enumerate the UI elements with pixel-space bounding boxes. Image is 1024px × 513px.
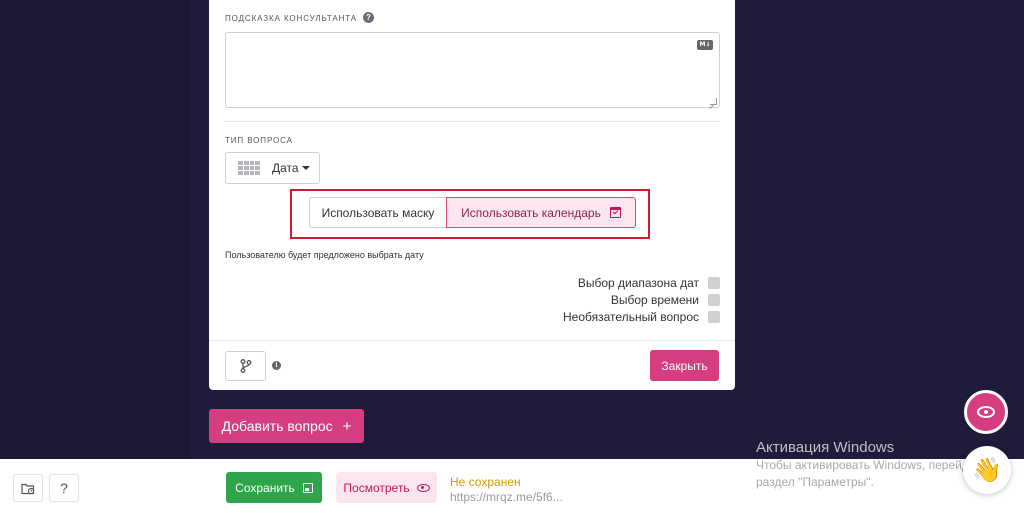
option-date-range[interactable]: Выбор диапазона дат: [578, 276, 720, 290]
consultant-hint-label: ПОДСКАЗКА КОНСУЛЬТАНТА: [225, 14, 358, 23]
quiz-url-link[interactable]: https://mrqz.me/5f6...: [450, 490, 563, 504]
markdown-icon: M↓: [697, 40, 713, 50]
use-calendar-label: Использовать календарь: [461, 205, 601, 220]
waving-hand-icon: 👋: [972, 456, 1002, 484]
calendar-grid-icon: [238, 161, 260, 175]
option-time[interactable]: Выбор времени: [611, 293, 720, 307]
checkbox[interactable]: [708, 311, 720, 323]
question-mark-icon: ?: [60, 480, 68, 496]
folder-clock-icon: [21, 483, 35, 494]
windows-activation-title: Активация Windows: [756, 439, 895, 456]
info-icon[interactable]: i: [272, 361, 281, 370]
close-label: Закрыть: [661, 358, 708, 373]
save-status: Не сохранен: [450, 475, 521, 489]
option-label: Необязательный вопрос: [563, 310, 699, 324]
date-hint-text: Пользователю будет предложено выбрать да…: [225, 250, 424, 260]
windows-activation-line2: раздел "Параметры".: [756, 475, 874, 489]
plus-icon: +: [342, 417, 352, 435]
question-type-label: ТИП ВОПРОСА: [225, 136, 293, 145]
branch-icon: [240, 359, 251, 373]
checkbox[interactable]: [708, 294, 720, 306]
caret-down-icon: [301, 166, 310, 170]
use-mask-label: Использовать маску: [321, 205, 435, 220]
option-label: Выбор диапазона дат: [577, 276, 699, 290]
option-optional[interactable]: Необязательный вопрос: [563, 310, 720, 324]
windows-activation-line1: Чтобы активировать Windows, перейдите: [756, 458, 988, 472]
preview-label: Посмотреть: [343, 480, 410, 495]
floppy-icon: [302, 482, 313, 493]
help-icon[interactable]: ?: [363, 12, 374, 23]
option-label: Выбор времени: [610, 293, 699, 307]
preview-fab[interactable]: [964, 390, 1008, 434]
eye-icon: [977, 406, 995, 418]
history-button[interactable]: [13, 474, 43, 502]
chat-fab[interactable]: 👋: [963, 446, 1011, 494]
checkbox[interactable]: [708, 277, 720, 289]
use-calendar-button[interactable]: Использовать календарь: [446, 197, 636, 228]
use-mask-button[interactable]: Использовать маску: [309, 197, 446, 228]
preview-button[interactable]: Посмотреть: [336, 472, 437, 503]
save-label: Сохранить: [235, 480, 295, 495]
close-button[interactable]: Закрыть: [650, 350, 719, 381]
question-type-select[interactable]: Дата: [225, 152, 320, 184]
save-button[interactable]: Сохранить: [226, 472, 322, 503]
left-panel: [0, 0, 190, 459]
add-question-button[interactable]: Добавить вопрос +: [209, 409, 364, 443]
consultant-hint-textarea[interactable]: M↓: [225, 32, 720, 108]
branching-button[interactable]: [225, 351, 266, 381]
resize-handle-icon[interactable]: [710, 98, 717, 105]
add-question-label: Добавить вопрос: [221, 418, 333, 434]
help-button[interactable]: ?: [49, 474, 79, 502]
eye-icon: [416, 483, 430, 492]
calendar-check-icon: [609, 207, 621, 218]
divider: [225, 121, 720, 122]
question-type-value: Дата: [272, 161, 299, 175]
divider: [209, 340, 735, 341]
